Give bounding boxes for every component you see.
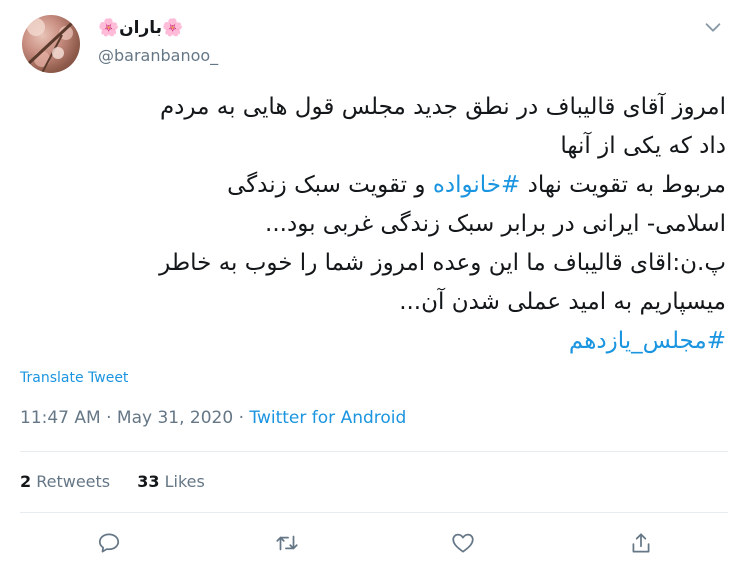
- display-name[interactable]: 🌸باران🌸: [98, 18, 183, 38]
- heart-icon[interactable]: [450, 530, 476, 556]
- tweet-line-1: امروز آقای قالیباف در نطق جدید مجلس قول …: [159, 94, 726, 120]
- tweet-text: امروز آقای قالیباف در نطق جدید مجلس قول …: [20, 88, 726, 361]
- retweets-stat[interactable]: 2 Retweets: [20, 472, 110, 491]
- retweets-label: Retweets: [36, 472, 111, 491]
- tweet-line-3: مربوط به تقویت نهاد #خانواده و تقویت سبک…: [20, 166, 726, 205]
- chevron-down-icon[interactable]: [702, 16, 724, 38]
- tweet-time[interactable]: 11:47 AM: [20, 408, 101, 428]
- tweet-line-3-end: و تقویت سبک زندگی: [227, 172, 433, 198]
- tweet-header: 🌸باران🌸 @baranbanoo_: [20, 12, 728, 74]
- tweet-line-4: اسلامی- ایرانی در برابر سبک زندگی غربی ب…: [265, 211, 726, 237]
- translate-tweet-link[interactable]: Translate Tweet: [20, 370, 128, 386]
- hashtag-majlis[interactable]: #مجلس_یازدهم: [20, 322, 726, 361]
- reply-icon[interactable]: [96, 530, 122, 556]
- action-bar: [20, 530, 728, 558]
- divider: [20, 512, 728, 513]
- hashtag-family[interactable]: #خانواده: [433, 172, 520, 198]
- likes-stat[interactable]: 33 Likes: [137, 472, 205, 491]
- meta-separator: ·: [233, 408, 250, 428]
- tweet-source-link[interactable]: Twitter for Android: [249, 408, 406, 428]
- tweet-stats: 2 Retweets 33 Likes: [20, 472, 227, 491]
- username[interactable]: @baranbanoo_: [98, 46, 218, 65]
- share-icon[interactable]: [628, 530, 654, 556]
- likes-count: 33: [137, 472, 160, 491]
- meta-separator: ·: [100, 408, 117, 428]
- avatar[interactable]: [22, 15, 80, 73]
- tweet-line-2: داد که یکی از آنها: [560, 133, 726, 159]
- tweet-line-5: پ.ن:اقای قالیباف ما این وعده امروز شما ر…: [159, 250, 726, 276]
- divider: [20, 451, 728, 452]
- avatar-image: [25, 18, 74, 73]
- retweet-icon[interactable]: [274, 530, 300, 556]
- tweet-date[interactable]: May 31, 2020: [117, 408, 233, 428]
- tweet-line-3-start: مربوط به تقویت نهاد: [520, 172, 726, 198]
- tweet-meta: 11:47 AM · May 31, 2020 · Twitter for An…: [20, 408, 406, 428]
- likes-label: Likes: [164, 472, 205, 491]
- retweets-count: 2: [20, 472, 32, 491]
- tweet-line-6: میسپاریم به امید عملی شدن آن...: [399, 289, 726, 315]
